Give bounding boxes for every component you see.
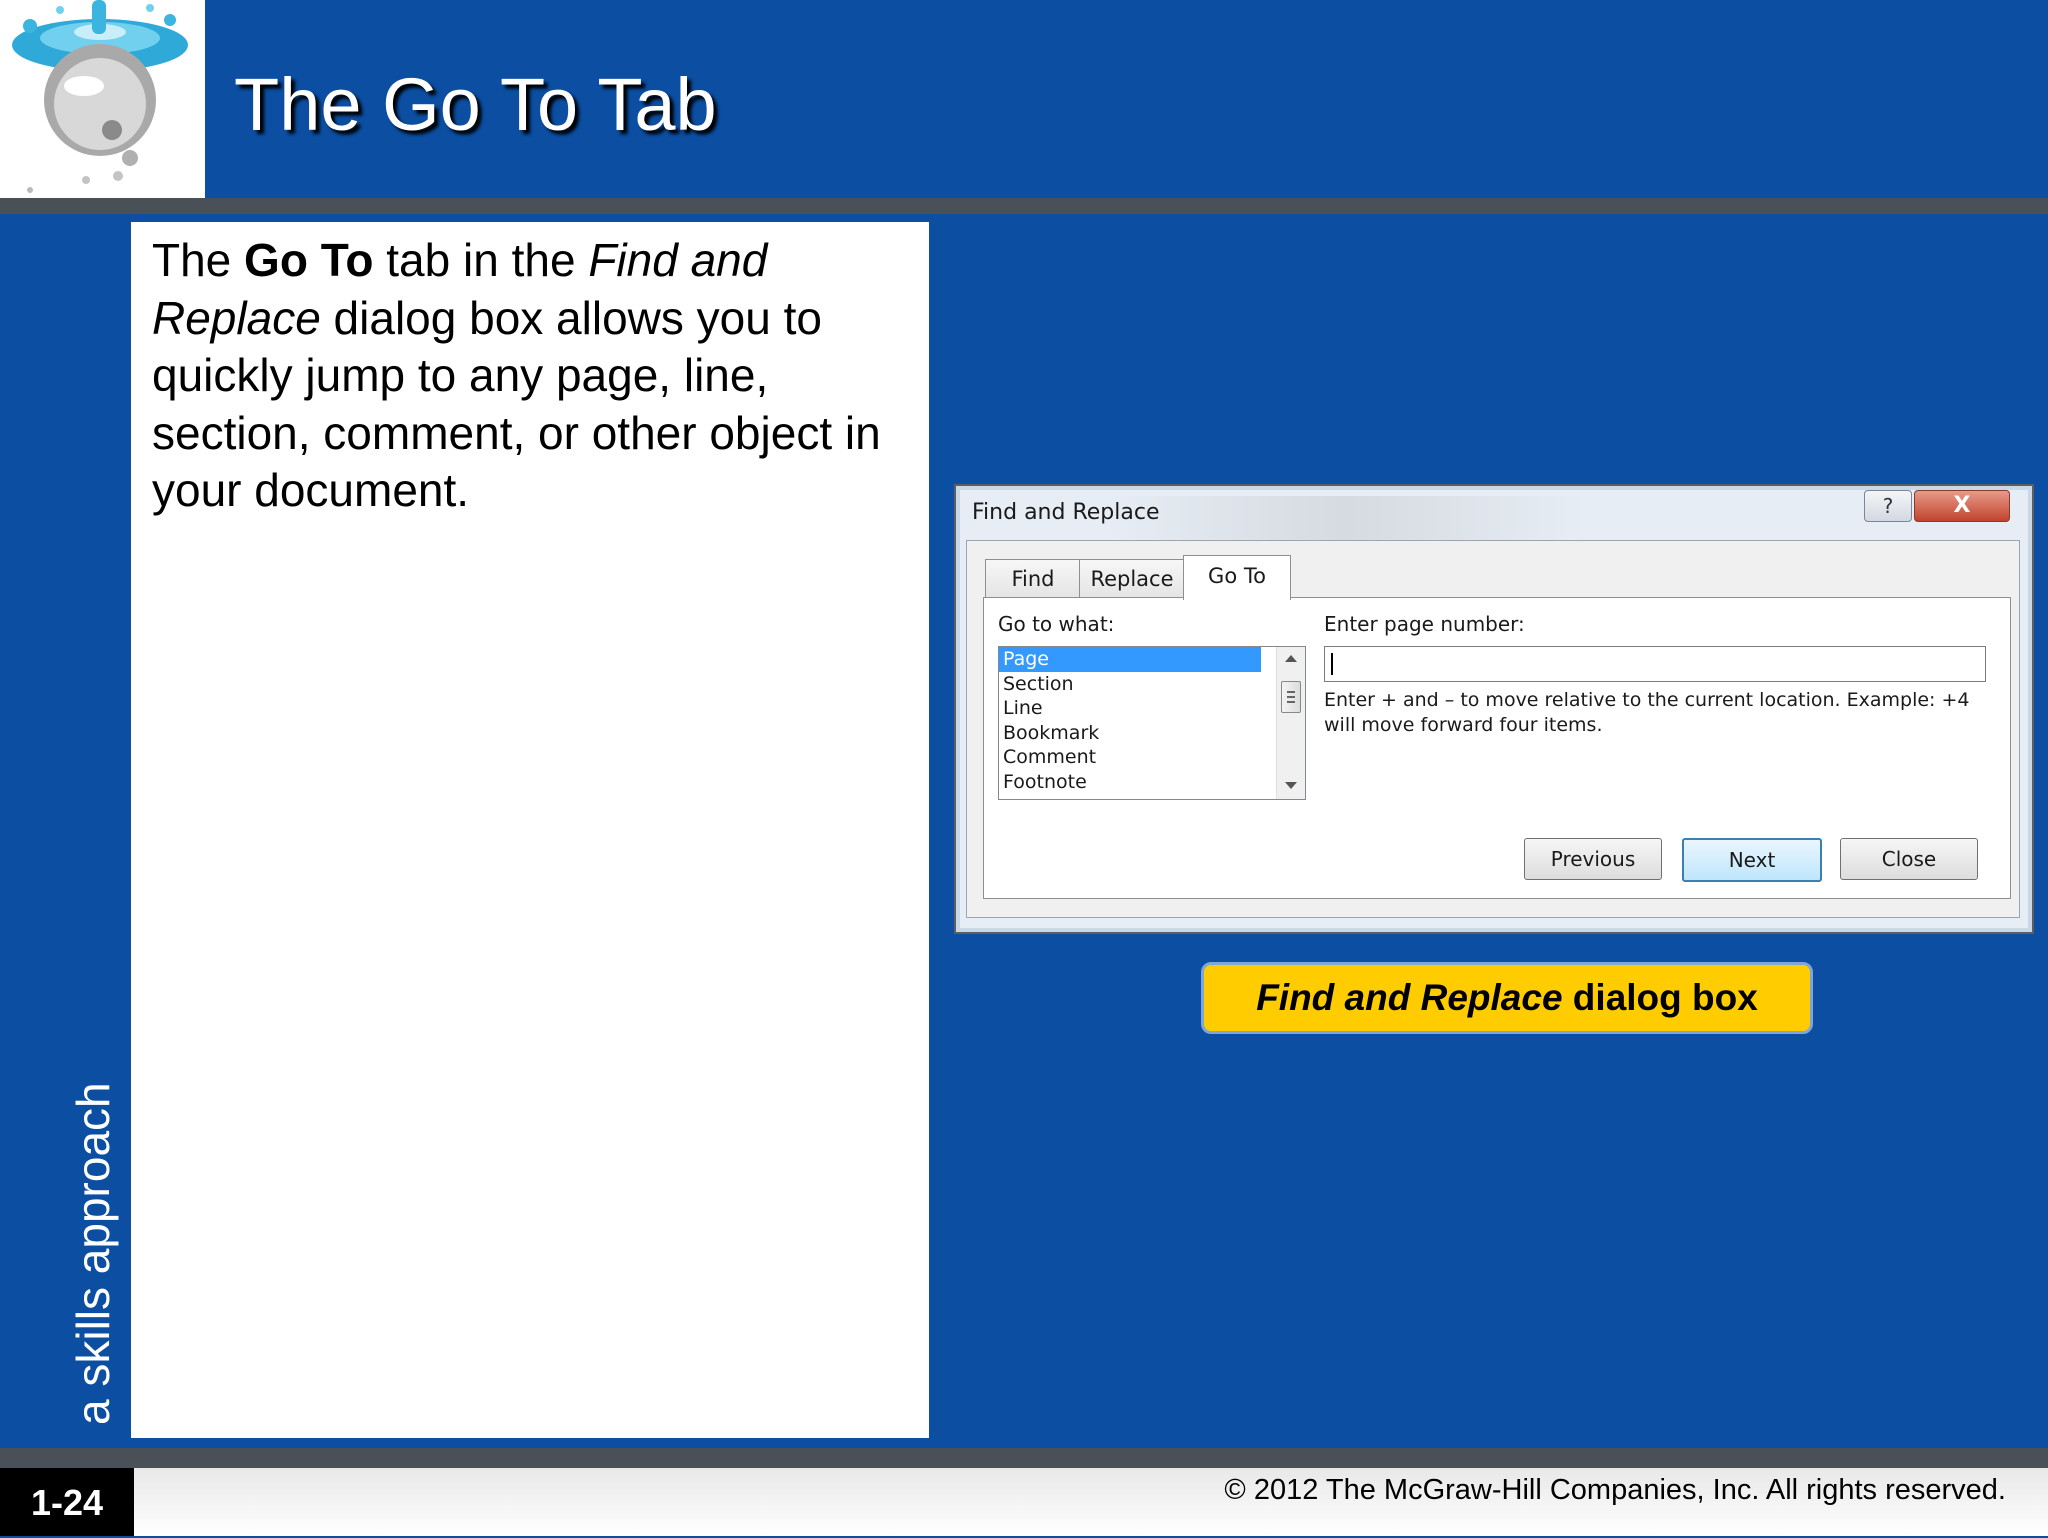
caption-italic: Find and Replace [1256, 977, 1563, 1018]
body-text-segment: The [152, 234, 245, 286]
go-to-what-label: Go to what: [998, 612, 1115, 636]
text-caret [1331, 653, 1333, 675]
listbox-scrollbar[interactable] [1276, 647, 1305, 799]
caption-rest: dialog box [1562, 977, 1758, 1018]
dialog-title: Find and Replace [972, 500, 1160, 525]
slide-title: The Go To Tab [234, 63, 717, 146]
scroll-up-arrow-icon[interactable] [1285, 655, 1297, 662]
slide-body-text: The Go To tab in the Find and Replace di… [152, 232, 920, 520]
next-button[interactable]: Next [1682, 838, 1822, 882]
grip-line [1287, 701, 1295, 703]
body-text-segment: tab in the [373, 234, 589, 286]
grip-line [1287, 696, 1295, 698]
go-to-what-listbox[interactable]: Page Section Line Bookmark Comment Footn… [998, 646, 1306, 800]
close-button[interactable]: Close [1840, 838, 1978, 880]
copyright-notice: © 2012 The McGraw-Hill Companies, Inc. A… [1224, 1474, 2006, 1506]
list-item-comment[interactable]: Comment [999, 745, 1261, 770]
side-label: a skills approach [67, 1082, 119, 1425]
header-divider [0, 198, 2048, 214]
close-window-button[interactable]: X [1914, 490, 2010, 522]
go-to-panel: Go to what: Page Section Line Bookmark C… [983, 597, 2011, 899]
list-item-section[interactable]: Section [999, 672, 1261, 697]
water-splash-logo [0, 0, 205, 198]
footer-divider [0, 1448, 2048, 1468]
page-number: 1-24 [0, 1468, 134, 1536]
scrollbar-thumb[interactable] [1281, 681, 1301, 713]
tab-go-to[interactable]: Go To [1183, 555, 1291, 600]
enter-page-number-label: Enter page number: [1324, 612, 1525, 636]
navigation-hint: Enter + and – to move relative to the cu… [1324, 689, 1970, 736]
help-button[interactable]: ? [1864, 490, 1912, 522]
tab-find[interactable]: Find [985, 559, 1081, 598]
title-bar-blur [1106, 496, 1586, 546]
tab-replace[interactable]: Replace [1079, 559, 1185, 598]
dialog-client-area: Find Replace Go To Go to what: Page Sect… [966, 540, 2020, 918]
page-number-input[interactable] [1324, 646, 1986, 682]
water-splash-icon [0, 0, 205, 198]
list-item-line[interactable]: Line [999, 696, 1261, 721]
dialog-caption: Find and Replace dialog box [1201, 962, 1813, 1034]
list-item-bookmark[interactable]: Bookmark [999, 721, 1261, 746]
grip-line [1287, 691, 1295, 693]
list-item-page[interactable]: Page [999, 647, 1261, 672]
scroll-down-arrow-icon[interactable] [1285, 782, 1297, 789]
body-text-bold-go-to: Go To [244, 234, 374, 286]
find-replace-dialog: Find and Replace ? X Find Replace Go To … [954, 484, 2034, 934]
previous-button[interactable]: Previous [1524, 838, 1662, 880]
list-item-footnote[interactable]: Footnote [999, 770, 1261, 795]
